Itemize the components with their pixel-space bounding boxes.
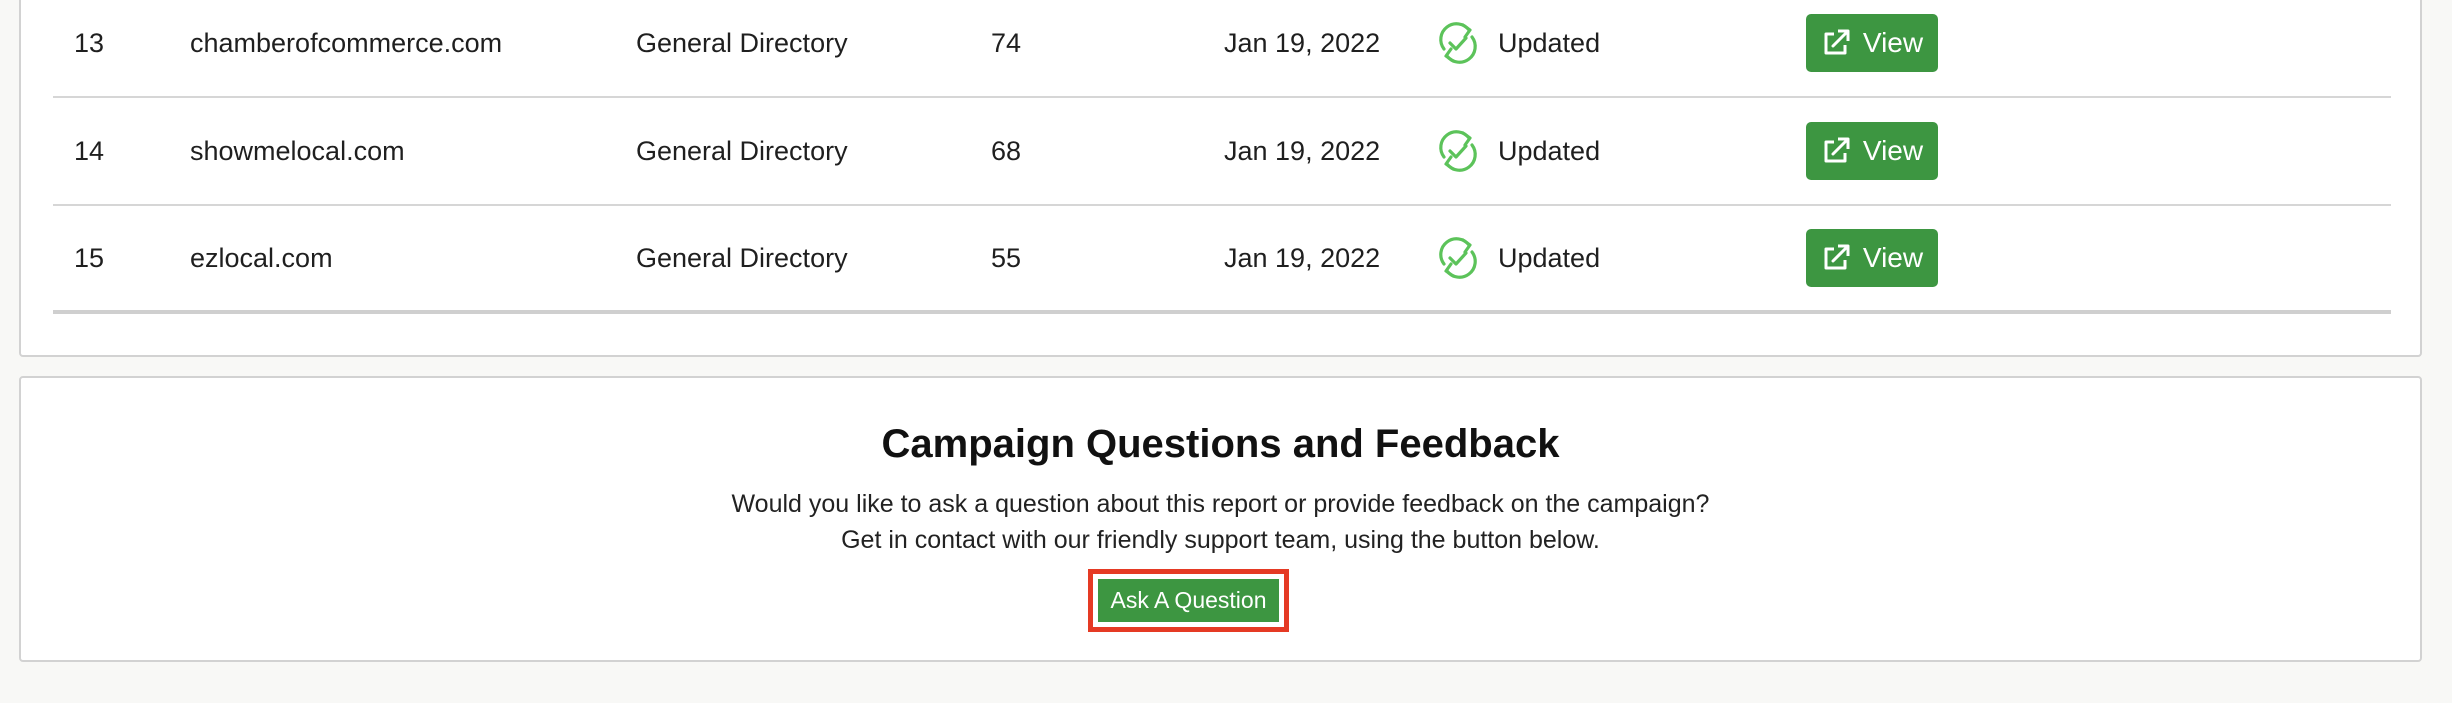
refresh-check-icon: [1439, 237, 1477, 279]
row-number: 13: [74, 27, 105, 58]
feedback-section: Campaign Questions and Feedback Would yo…: [19, 376, 2422, 662]
status-cell: Updated: [1436, 0, 1600, 96]
status-label: Updated: [1498, 135, 1601, 166]
status-cell: Updated: [1436, 206, 1600, 310]
listings-table: 13 chamberofcommerce.com General Directo…: [19, 0, 2422, 357]
site-name: chamberofcommerce.com: [190, 27, 503, 58]
action-cell: View: [1806, 0, 1938, 96]
directory-type: General Directory: [636, 27, 848, 58]
view-button[interactable]: View: [1806, 229, 1938, 287]
row-number: 14: [74, 135, 105, 166]
score-value: 68: [991, 135, 1022, 166]
table-row: 15 ezlocal.com General Directory 55 Jan …: [53, 206, 2391, 314]
table-row: 13 chamberofcommerce.com General Directo…: [53, 0, 2391, 98]
status-cell: Updated: [1436, 98, 1600, 204]
feedback-title: Campaign Questions and Feedback: [881, 422, 1560, 466]
directory-type: General Directory: [636, 135, 848, 166]
view-button-label: View: [1862, 27, 1924, 58]
external-link-icon: [1824, 137, 1850, 163]
ask-question-button[interactable]: Ask A Question: [1098, 579, 1279, 622]
status-label: Updated: [1498, 27, 1601, 58]
refresh-check-icon: [1439, 22, 1477, 64]
site-name: showmelocal.com: [190, 135, 405, 166]
action-cell: View: [1806, 206, 1938, 310]
feedback-description: Would you like to ask a question about t…: [731, 490, 1710, 518]
status-label: Updated: [1498, 242, 1601, 273]
site-name: ezlocal.com: [190, 242, 333, 273]
score-value: 55: [991, 242, 1022, 273]
view-button-label: View: [1862, 135, 1924, 166]
view-button[interactable]: View: [1806, 122, 1938, 180]
refresh-check-icon: [1439, 130, 1477, 172]
external-link-icon: [1824, 29, 1850, 55]
ask-question-highlight: Ask A Question: [1088, 569, 1289, 632]
directory-type: General Directory: [636, 242, 848, 273]
feedback-instructions: Get in contact with our friendly support…: [841, 526, 1600, 554]
view-button[interactable]: View: [1806, 14, 1938, 72]
updated-date: Jan 19, 2022: [1224, 27, 1381, 58]
external-link-icon: [1824, 244, 1850, 270]
action-cell: View: [1806, 98, 1938, 204]
view-button-label: View: [1862, 242, 1924, 273]
row-number: 15: [74, 242, 105, 273]
score-value: 74: [991, 27, 1022, 58]
updated-date: Jan 19, 2022: [1224, 135, 1381, 166]
updated-date: Jan 19, 2022: [1224, 242, 1381, 273]
table-row: 14 showmelocal.com General Directory 68 …: [53, 98, 2391, 206]
